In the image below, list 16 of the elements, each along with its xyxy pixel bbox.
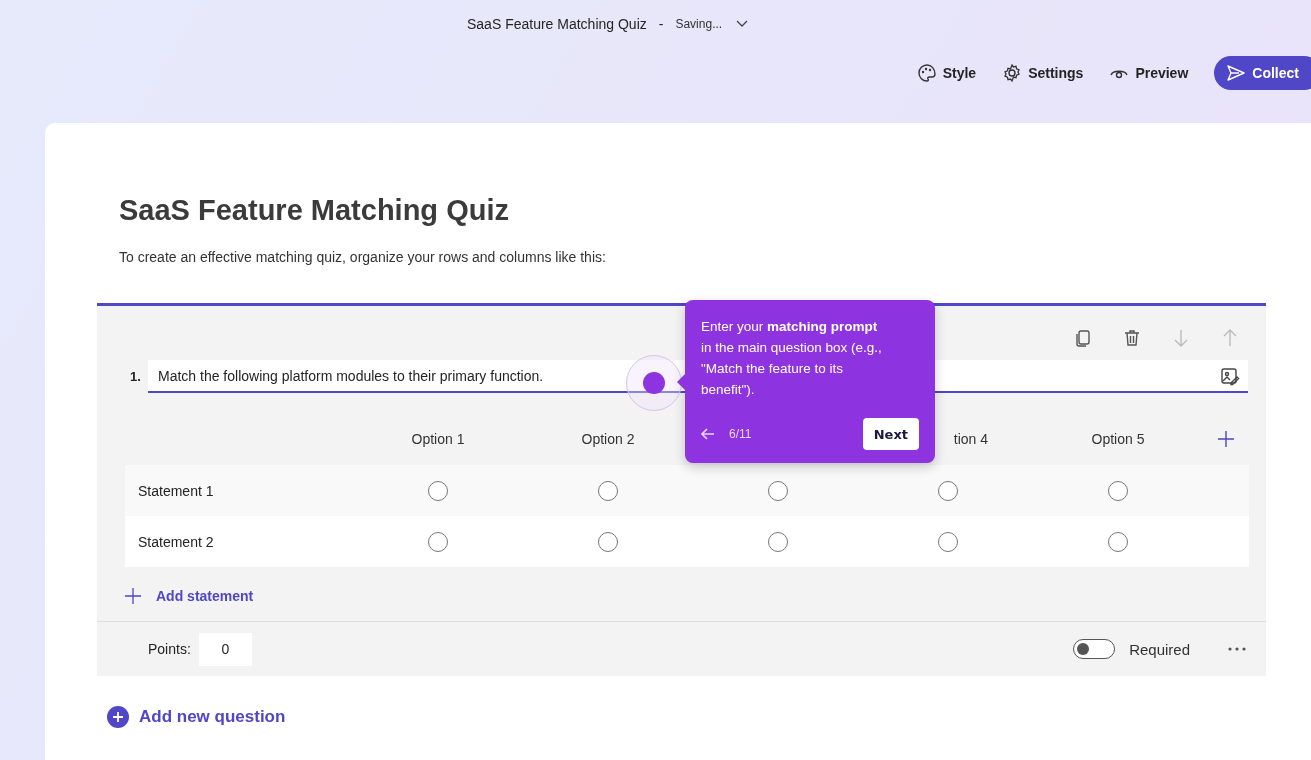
column-header: Option 1 (411, 431, 465, 447)
column-header: Option 2 (581, 431, 635, 447)
question-number: 1. (130, 369, 142, 384)
statement-label: Statement 1 (138, 482, 214, 499)
tooltip-text: Enter your matching prompt in the main question box (e.g., "Match the feature to its benefit"). (701, 318, 883, 399)
column-header: Option 5 (1091, 431, 1145, 447)
column-header: tion 4 (953, 431, 988, 447)
save-status: Saving... (675, 17, 723, 31)
points-label: Points: (148, 641, 191, 657)
required-label: Required (1129, 640, 1190, 658)
title-separator: - (658, 16, 664, 32)
document-title: SaaS Feature Matching Quiz (467, 16, 647, 32)
form-title: SaaS Feature Matching Quiz (119, 194, 510, 227)
form-description: To create an effective matching quiz, organize your rows and columns like this: (119, 249, 607, 265)
statement-label: Statement 2 (138, 533, 214, 550)
step-counter: 6/11 (729, 427, 752, 441)
